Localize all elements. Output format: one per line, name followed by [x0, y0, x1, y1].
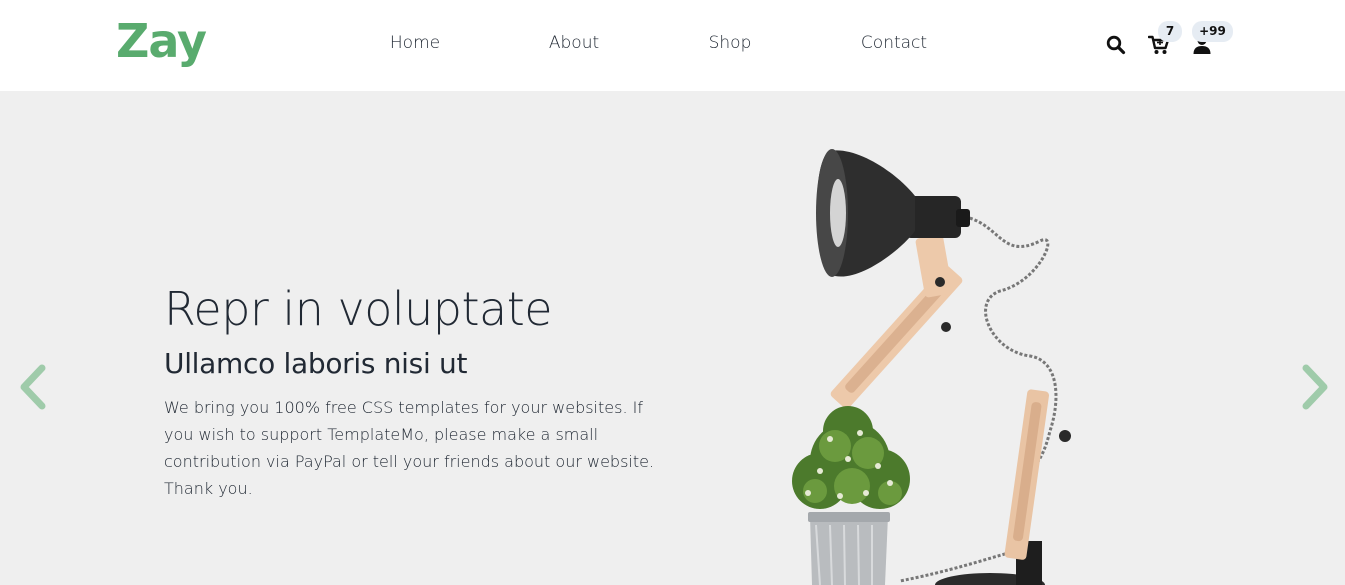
user-count-badge: +99: [1192, 21, 1233, 42]
carousel-next-button[interactable]: [1300, 363, 1332, 416]
brand-logo[interactable]: Zay: [116, 14, 207, 68]
hero-subtitle: Ullamco laboris nisi ut: [164, 347, 468, 380]
chevron-left-icon: [20, 364, 46, 410]
navbar: Zay Home About Shop Contact 7 +99: [0, 0, 1345, 91]
carousel-prev-button[interactable]: [16, 363, 48, 416]
hero-title: Repr in voluptate: [164, 282, 553, 336]
nav-link-contact[interactable]: Contact: [861, 33, 927, 53]
search-button[interactable]: [1106, 35, 1126, 55]
hero-product-image: [792, 149, 1071, 585]
nav-link-shop[interactable]: Shop: [709, 33, 752, 53]
nav-link-home[interactable]: Home: [390, 33, 440, 53]
hero-carousel: Repr in voluptate Ullamco laboris nisi u…: [0, 91, 1345, 585]
cart-count-badge: 7: [1158, 21, 1182, 42]
nav-link-about[interactable]: About: [549, 33, 599, 53]
hero-description: We bring you 100% free CSS templates for…: [164, 398, 655, 498]
chevron-right-icon: [1302, 364, 1328, 410]
search-icon: [1106, 35, 1126, 55]
